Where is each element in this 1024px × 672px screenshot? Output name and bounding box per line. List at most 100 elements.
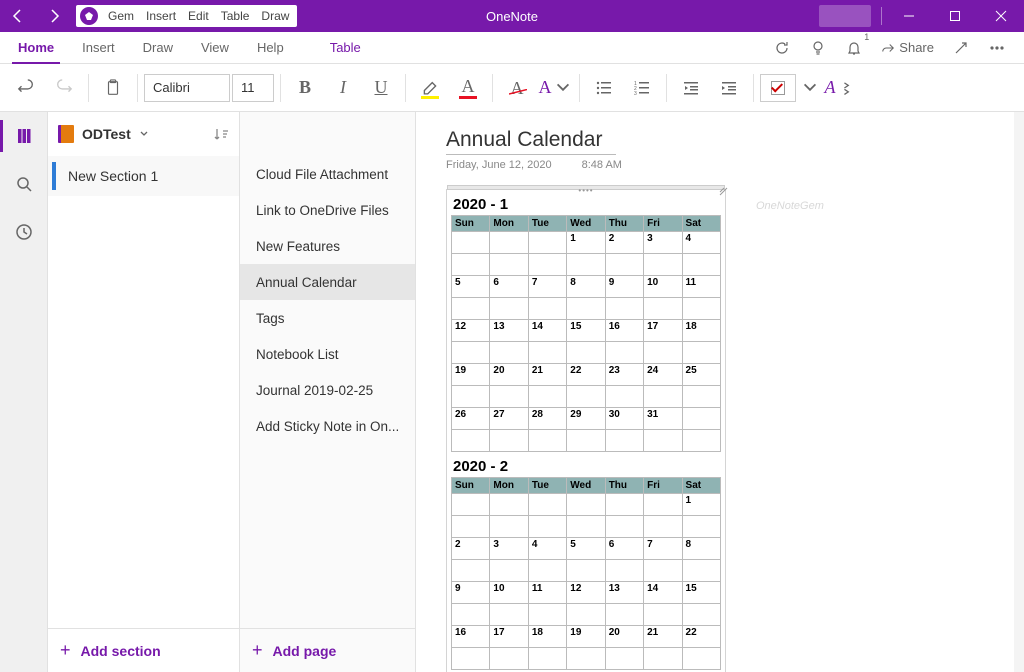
calendar-cell[interactable]: 9 [605, 276, 643, 298]
calendar-cell-body[interactable] [490, 604, 528, 626]
calendar-cell-body[interactable] [605, 604, 643, 626]
calendar-cell[interactable]: 28 [528, 408, 566, 430]
calendar-cell-body[interactable] [682, 648, 720, 670]
calendar-cell-body[interactable] [490, 648, 528, 670]
window-minimize-button[interactable] [886, 0, 932, 32]
todo-dropdown[interactable] [798, 70, 820, 106]
calendar-cell[interactable]: 7 [528, 276, 566, 298]
calendar-cell[interactable] [528, 494, 566, 516]
calendar-cell-body[interactable] [490, 254, 528, 276]
calendar-cell-body[interactable] [682, 386, 720, 408]
calendar-cell-body[interactable] [452, 298, 490, 320]
font-family-select[interactable]: Calibri [144, 74, 230, 102]
calendar-cell-body[interactable] [644, 386, 682, 408]
calendar-cell-body[interactable] [644, 342, 682, 364]
calendar-cell[interactable]: 19 [452, 364, 490, 386]
window-close-button[interactable] [978, 0, 1024, 32]
calendar-cell[interactable]: 12 [452, 320, 490, 342]
tab-table[interactable]: Table [316, 32, 375, 64]
calendar-cell[interactable]: 16 [605, 320, 643, 342]
calendar-cell[interactable]: 2 [605, 232, 643, 254]
calendar-cell[interactable]: 17 [490, 626, 528, 648]
section-item[interactable]: New Section 1 [48, 156, 239, 196]
calendar-cell-body[interactable] [490, 560, 528, 582]
calendar-cell[interactable]: 15 [682, 582, 720, 604]
calendar-cell-body[interactable] [452, 254, 490, 276]
paste-button[interactable] [95, 70, 131, 106]
calendar-cell-body[interactable] [605, 254, 643, 276]
gem-icon[interactable] [80, 7, 98, 25]
sort-icon[interactable] [213, 126, 229, 142]
calendar-cell-body[interactable] [528, 604, 566, 626]
calendar-cell-body[interactable] [452, 604, 490, 626]
redo-button[interactable] [46, 70, 82, 106]
todo-tag-button[interactable] [760, 74, 796, 102]
qa-item-insert[interactable]: Insert [140, 9, 182, 23]
notification-bell-icon[interactable]: 1 [837, 34, 871, 62]
page-item[interactable]: Link to OneDrive Files [240, 192, 415, 228]
note-container[interactable]: •••• 2020 - 1SunMonTueWedThuFriSat123456… [446, 189, 726, 672]
tab-view[interactable]: View [187, 32, 243, 64]
calendar-cell-body[interactable] [605, 386, 643, 408]
calendar-cell-body[interactable] [682, 516, 720, 538]
calendar-cell-body[interactable] [567, 386, 605, 408]
number-list-button[interactable]: 123 [624, 70, 660, 106]
fullscreen-icon[interactable] [944, 34, 978, 62]
add-section-button[interactable]: + Add section [48, 628, 239, 672]
tab-home[interactable]: Home [4, 32, 68, 64]
calendar-cell-body[interactable] [605, 560, 643, 582]
calendar-cell-body[interactable] [452, 342, 490, 364]
calendar-cell[interactable]: 30 [605, 408, 643, 430]
calendar-cell[interactable]: 27 [490, 408, 528, 430]
calendar-cell[interactable]: 18 [528, 626, 566, 648]
calendar-cell[interactable]: 14 [644, 582, 682, 604]
calendar-cell[interactable]: 4 [682, 232, 720, 254]
calendar-cell[interactable] [682, 408, 720, 430]
calendar-cell[interactable]: 26 [452, 408, 490, 430]
calendar-cell-body[interactable] [605, 342, 643, 364]
calendar-cell[interactable]: 16 [452, 626, 490, 648]
calendar-cell-body[interactable] [452, 516, 490, 538]
calendar-cell-body[interactable] [490, 430, 528, 452]
font-color-button[interactable]: A [450, 70, 486, 106]
outdent-button[interactable] [673, 70, 709, 106]
calendar-cell-body[interactable] [567, 430, 605, 452]
calendar-cell-body[interactable] [528, 298, 566, 320]
calendar-cell[interactable] [567, 494, 605, 516]
calendar-cell-body[interactable] [682, 560, 720, 582]
calendar-cell[interactable]: 18 [682, 320, 720, 342]
calendar-cell[interactable]: 8 [567, 276, 605, 298]
calendar-cell[interactable]: 7 [644, 538, 682, 560]
calendar-cell-body[interactable] [528, 254, 566, 276]
calendar-cell[interactable]: 22 [567, 364, 605, 386]
calendar-cell[interactable]: 12 [567, 582, 605, 604]
user-account[interactable] [819, 5, 871, 27]
qa-item-edit[interactable]: Edit [182, 9, 215, 23]
tab-draw[interactable]: Draw [129, 32, 187, 64]
rail-notebooks-icon[interactable] [0, 114, 48, 158]
tag-styles-button[interactable]: A [822, 70, 858, 106]
calendar-cell-body[interactable] [452, 648, 490, 670]
calendar-cell[interactable]: 22 [682, 626, 720, 648]
calendar-cell-body[interactable] [528, 386, 566, 408]
calendar-cell-body[interactable] [644, 430, 682, 452]
calendar-cell[interactable]: 11 [528, 582, 566, 604]
clear-formatting-button[interactable]: A [499, 70, 535, 106]
window-maximize-button[interactable] [932, 0, 978, 32]
calendar-cell-body[interactable] [644, 516, 682, 538]
page-item[interactable]: Notebook List [240, 336, 415, 372]
underline-button[interactable]: U [363, 70, 399, 106]
page-item[interactable]: Add Sticky Note in On... [240, 408, 415, 444]
calendar-cell[interactable]: 8 [682, 538, 720, 560]
calendar-cell-body[interactable] [605, 648, 643, 670]
indent-button[interactable] [711, 70, 747, 106]
calendar-cell[interactable] [452, 232, 490, 254]
bullet-list-button[interactable] [586, 70, 622, 106]
calendar-cell[interactable]: 3 [644, 232, 682, 254]
qa-item-gem[interactable]: Gem [102, 9, 140, 23]
calendar-cell-body[interactable] [567, 298, 605, 320]
calendar-cell[interactable]: 13 [605, 582, 643, 604]
nav-back-button[interactable] [0, 0, 36, 32]
calendar-cell[interactable]: 5 [567, 538, 605, 560]
calendar-cell[interactable]: 21 [528, 364, 566, 386]
